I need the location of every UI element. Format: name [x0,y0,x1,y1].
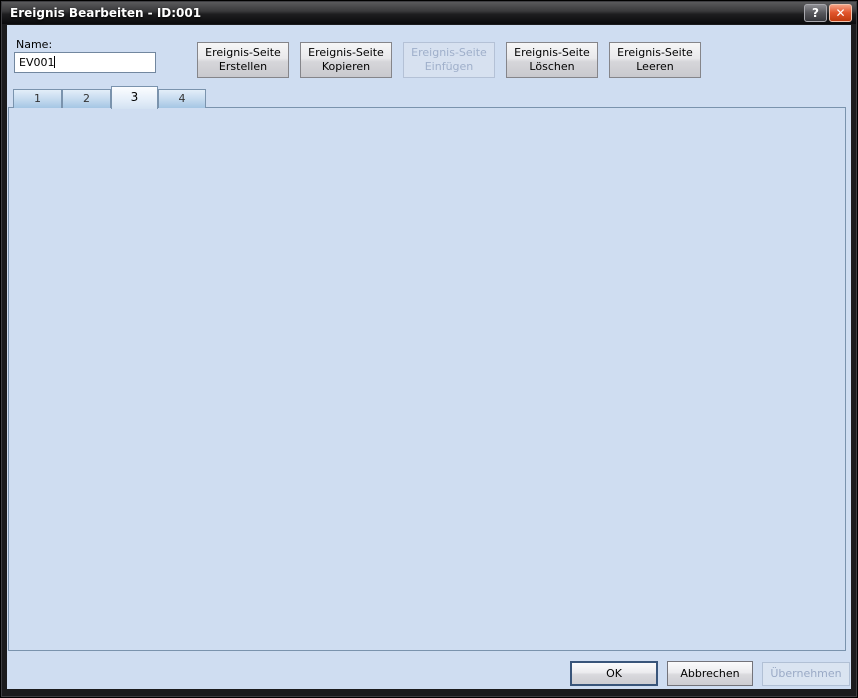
help-icon: ? [812,6,819,20]
dialog-client-area: Name: EV001 Ereignis-SeiteErstellen Erei… [7,25,851,689]
tab-page-1[interactable]: 1 [13,89,62,108]
create-page-button[interactable]: Ereignis-SeiteErstellen [197,42,289,78]
name-label: Name: [16,38,52,51]
titlebar[interactable]: Ereignis Bearbeiten - ID:001 ? ✕ [2,2,856,24]
delete-page-button[interactable]: Ereignis-SeiteLöschen [506,42,598,78]
clear-page-button[interactable]: Ereignis-SeiteLeeren [609,42,701,78]
cancel-button[interactable]: Abbrechen [667,661,753,686]
name-value: EV001 [19,56,54,69]
tab-page-3[interactable]: 3 [111,86,158,109]
tab-page-content [8,107,846,651]
event-editor-window: Ereignis Bearbeiten - ID:001 ? ✕ Name: E… [0,0,858,698]
help-button[interactable]: ? [804,4,827,22]
tab-page-4[interactable]: 4 [158,89,206,108]
apply-button: Übernehmen [762,662,850,686]
copy-page-button[interactable]: Ereignis-SeiteKopieren [300,42,392,78]
paste-page-button: Ereignis-SeiteEinfügen [403,42,495,78]
text-caret [54,56,55,68]
close-button[interactable]: ✕ [829,4,852,22]
window-title: Ereignis Bearbeiten - ID:001 [10,6,201,20]
ok-button[interactable]: OK [570,661,658,686]
tab-page-2[interactable]: 2 [62,89,111,108]
close-icon: ✕ [835,6,845,20]
name-input[interactable]: EV001 [14,52,156,73]
